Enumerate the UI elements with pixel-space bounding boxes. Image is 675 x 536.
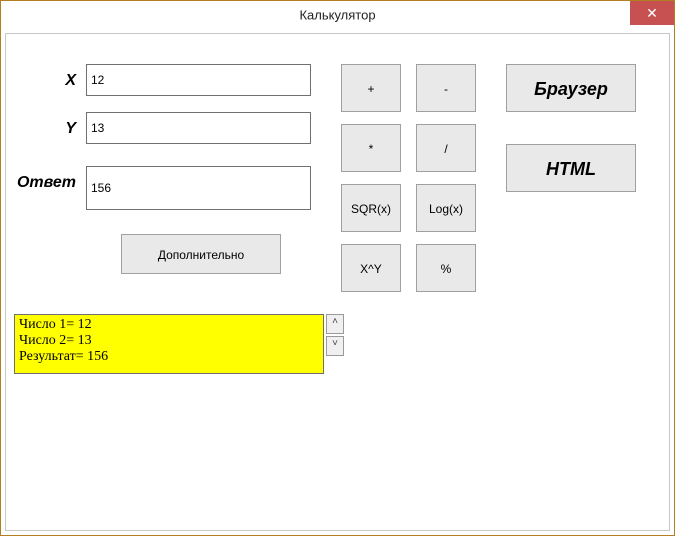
scroll-down-icon[interactable]: ˅ (326, 336, 344, 356)
btn-browser[interactable]: Браузер (506, 64, 636, 112)
log-text[interactable]: Число 1= 12 Число 2= 13 Результат= 156 (14, 314, 324, 374)
label-x: X (16, 72, 76, 90)
content-frame: X Y Ответ + - * / SQR(x) Log(x) X^Y % Бр… (5, 33, 670, 531)
btn-html[interactable]: HTML (506, 144, 636, 192)
app-window: Калькулятор ✕ X Y Ответ + - * / SQR(x) L… (0, 0, 675, 536)
client-area: X Y Ответ + - * / SQR(x) Log(x) X^Y % Бр… (1, 29, 674, 535)
log-area: Число 1= 12 Число 2= 13 Результат= 156 ˄… (14, 314, 344, 374)
btn-more[interactable]: Дополнительно (121, 234, 281, 274)
log-scrollbar: ˄ ˅ (324, 314, 344, 374)
scroll-up-icon[interactable]: ˄ (326, 314, 344, 334)
output-answer[interactable] (86, 166, 311, 210)
input-x[interactable] (86, 64, 311, 96)
btn-sqr[interactable]: SQR(x) (341, 184, 401, 232)
btn-div[interactable]: / (416, 124, 476, 172)
btn-minus[interactable]: - (416, 64, 476, 112)
btn-mult[interactable]: * (341, 124, 401, 172)
input-y[interactable] (86, 112, 311, 144)
btn-pow[interactable]: X^Y (341, 244, 401, 292)
btn-mod[interactable]: % (416, 244, 476, 292)
btn-log[interactable]: Log(x) (416, 184, 476, 232)
btn-plus[interactable]: + (341, 64, 401, 112)
label-y: Y (16, 120, 76, 138)
titlebar: Калькулятор ✕ (1, 1, 674, 30)
window-title: Калькулятор (299, 8, 375, 23)
label-answer: Ответ (16, 174, 76, 192)
close-button[interactable]: ✕ (630, 1, 674, 25)
